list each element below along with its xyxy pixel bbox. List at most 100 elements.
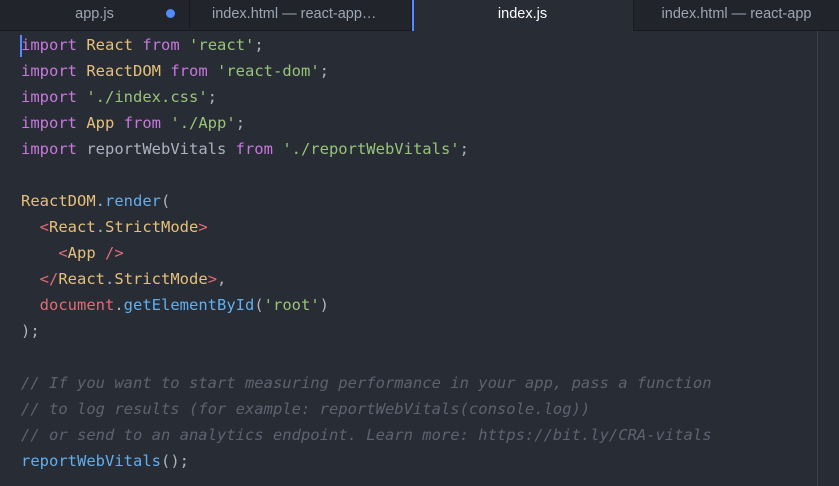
code-token: , [217,270,227,288]
code-token: import [21,88,77,106]
code-line[interactable]: </React.StrictMode>, [21,266,712,292]
code-line[interactable]: import React from 'react'; [21,32,712,58]
code-line[interactable] [21,344,712,370]
code-token: React [58,270,106,288]
tab-index-html[interactable]: index.html — react-app [634,0,839,30]
code-token: </ [39,270,59,288]
code-editor[interactable]: import React from 'react'; import ReactDO… [0,31,839,486]
code-token: 'root' [263,296,320,314]
tab-index-js[interactable]: index.js [412,0,634,31]
code-token: './index.css' [86,88,208,106]
code-token: ReactDOM [86,62,161,80]
code-token: . [114,296,124,314]
code-token: ) [319,296,330,314]
code-token: from [170,62,208,80]
code-token: ; [319,62,330,80]
code-token: from [235,140,273,158]
code-token: from [142,36,180,54]
wrap-guide [817,31,818,486]
code-token: < [39,218,50,236]
code-line[interactable]: import ReactDOM from 'react-dom'; [21,58,712,84]
code-token: ; [235,114,246,132]
code-token: /> [105,244,124,262]
tab-bar: app.js index.html — react-app₩p... index… [0,0,839,31]
code-line[interactable]: reportWebVitals(); [21,448,712,474]
code-token: . [95,192,105,210]
code-token: // or send to an analytics endpoint. Lea… [21,426,712,444]
code-token: getElementById [123,296,255,314]
tab-app-js[interactable]: app.js [0,0,190,30]
code-token: reportWebVitals [77,140,236,158]
code-line[interactable]: // If you want to start measuring perfor… [21,370,712,396]
tab-index-html-path[interactable]: index.html — react-app₩p... [190,0,412,30]
code-token: // If you want to start measuring perfor… [21,374,712,392]
code-content[interactable]: import React from 'react'; import ReactDO… [21,32,712,474]
code-line[interactable]: document.getElementById('root') [21,292,712,318]
editor-window: app.js index.html — react-app₩p... index… [0,0,839,486]
tab-label: index.js [497,6,548,22]
code-token: . [95,218,106,236]
code-line[interactable]: // or send to an analytics endpoint. Lea… [21,422,712,448]
code-token: 'react' [189,36,255,54]
code-token: ReactDOM [21,192,96,210]
code-line[interactable]: // to log results (for example: reportWe… [21,396,712,422]
code-token: 'react-dom' [217,62,320,80]
tab-label: index.html — react-app [661,6,812,22]
code-token: ; [254,36,264,54]
tab-label: index.html — react-app₩p... [212,6,396,22]
code-token: ( [254,296,264,314]
code-line[interactable]: import './index.css'; [21,84,712,110]
code-token: // to log results (for example: reportWe… [21,400,591,418]
code-token: import [21,62,77,80]
code-token: (); [160,452,189,470]
code-line[interactable]: ); [21,318,712,344]
code-token: import [21,36,77,54]
code-token: StrictMode [105,218,199,236]
code-line[interactable]: <React.StrictMode> [21,214,712,240]
code-token: App [86,114,115,132]
code-token: './App' [170,114,236,132]
code-token: > [198,218,208,236]
code-token: render [105,192,161,210]
code-line[interactable]: ReactDOM.render( [21,188,712,214]
code-token: ; [459,140,469,158]
code-token: import [21,114,77,132]
code-line[interactable]: import App from './App'; [21,110,712,136]
code-token: document [39,296,115,314]
code-token: ( [161,192,171,210]
code-token: ); [21,322,40,340]
code-token: > [207,270,218,288]
code-token: reportWebVitals [21,452,161,470]
code-token: import [21,140,77,158]
tab-label: app.js [75,6,114,22]
code-token: React [49,218,96,236]
code-line[interactable] [21,162,712,188]
code-token: . [105,270,115,288]
code-token: ; [207,88,218,106]
code-line[interactable]: <App /> [21,240,712,266]
code-token: < [58,244,68,262]
modified-dot-icon[interactable] [166,9,175,18]
code-token: StrictMode [114,270,208,288]
code-line[interactable]: import reportWebVitals from './reportWeb… [21,136,712,162]
code-token: './reportWebVitals' [282,140,460,158]
code-token: App [67,244,96,262]
code-token: from [123,114,162,132]
code-token: React [86,36,134,54]
